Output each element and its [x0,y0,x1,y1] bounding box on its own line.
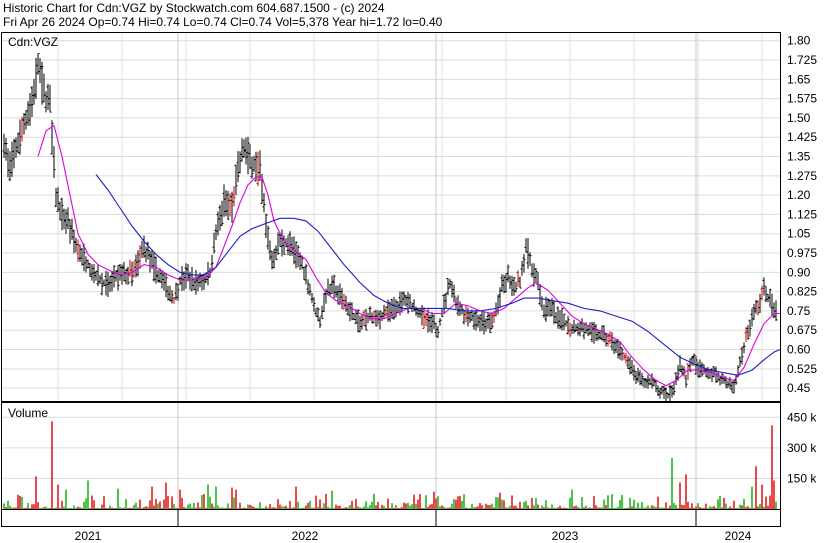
price-tick-label: 0.90 [787,265,811,279]
price-tick-label: 1.575 [787,92,817,106]
volume-panel-title: Volume [8,406,48,420]
price-tick-label: 1.275 [787,169,817,183]
price-panel-frame [1,32,781,402]
year-labels: 2021 2022 2023 2024 [75,529,752,543]
price-tick-label: 1.425 [787,130,817,144]
price-tick-label: 1.35 [787,150,811,164]
price-tick-labels: 1.80 1.725 1.65 1.575 1.50 1.425 1.35 1.275 1.20… [787,34,817,395]
price-tick-label: 1.80 [787,34,811,48]
volume-tick-labels: 450 k 300 k 150 k [787,410,817,485]
year-label: 2023 [552,529,579,543]
year-label: 2024 [725,529,752,543]
price-tick-label: 0.975 [787,246,817,260]
price-tick-label: 0.525 [787,362,817,376]
price-tick-label: 1.725 [787,53,817,67]
volume-tick-label: 450 k [787,410,817,424]
year-label: 2021 [75,529,102,543]
price-tick-label: 0.825 [787,285,817,299]
price-tick-label: 0.75 [787,304,811,318]
year-label: 2022 [292,529,319,543]
moving-average-long [95,174,781,376]
price-tick-label: 0.675 [787,323,817,337]
price-bars [2,53,781,403]
price-tick-label: 1.20 [787,188,811,202]
price-tick-label: 1.65 [787,72,811,86]
price-tick-label: 0.60 [787,343,811,357]
chart-page: Historic Chart for Cdn:VGZ by Stockwatch… [0,0,830,543]
price-tick-label: 1.125 [787,207,817,221]
price-tick-label: 0.45 [787,381,811,395]
price-tick-label: 1.05 [787,227,811,241]
price-panel-title: Cdn:VGZ [8,35,58,49]
stock-chart: 1.80 1.725 1.65 1.575 1.50 1.425 1.35 1.275 1.20… [1,32,817,543]
price-tick-label: 1.50 [787,111,811,125]
price-grid [2,33,780,401]
volume-tick-label: 300 k [787,441,817,455]
volume-bars [3,421,777,509]
date-axis-frame [1,509,781,527]
volume-tick-label: 150 k [787,471,817,485]
